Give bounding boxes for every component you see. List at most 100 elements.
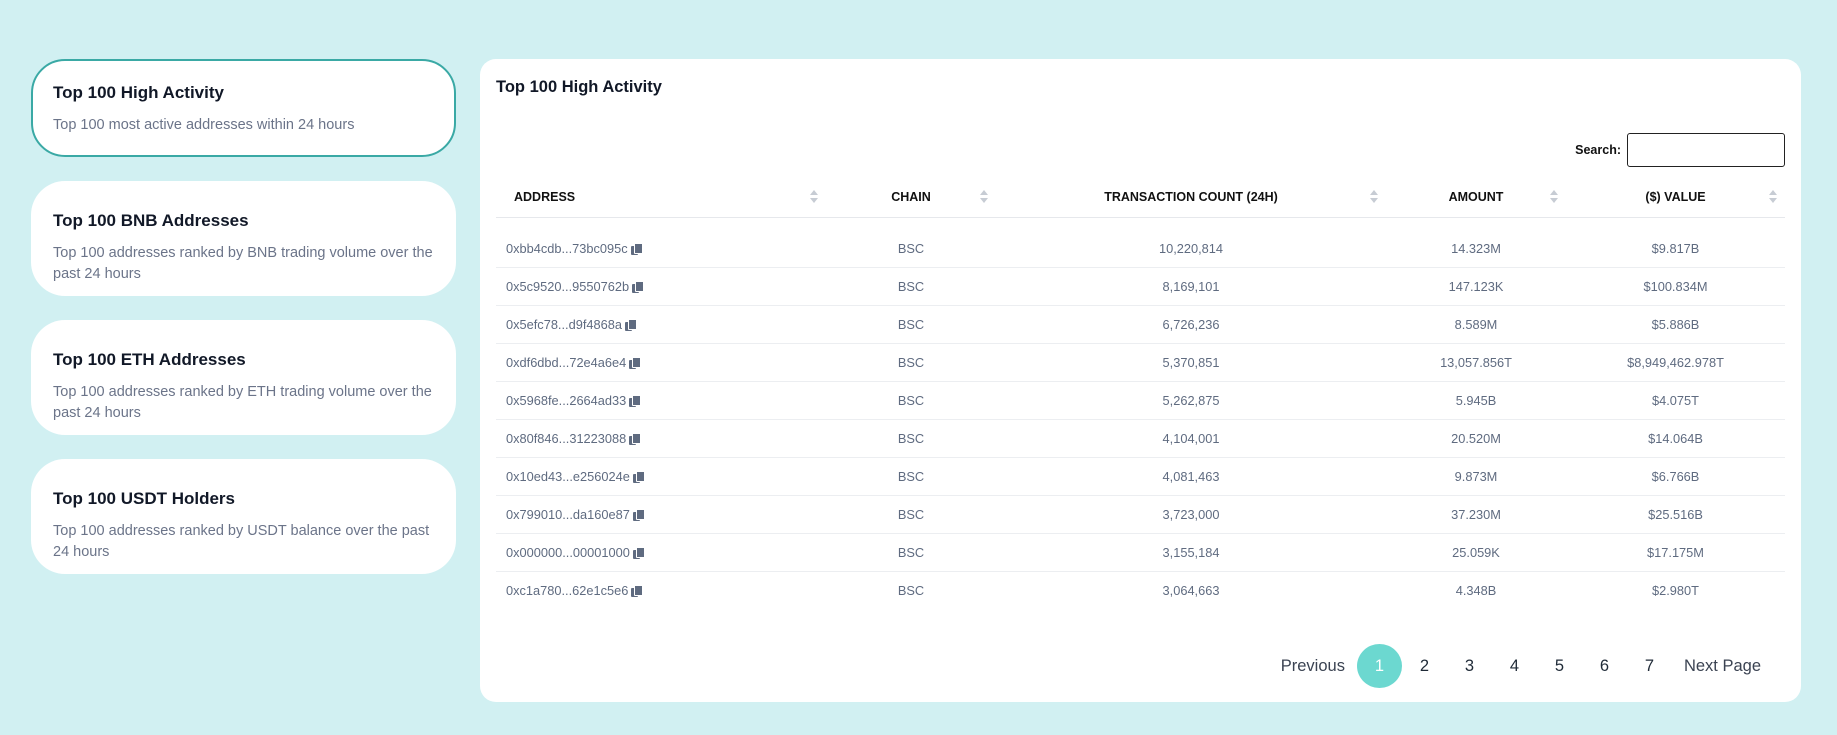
address-link[interactable]: 0x80f846...31223088 xyxy=(506,431,626,446)
results-panel: Top 100 High Activity Search: ADDRESS CH… xyxy=(480,59,1801,702)
address-cell: 0xdf6dbd...72e4a6e4 xyxy=(496,355,826,370)
pagination: Previous 1234567 Next Page xyxy=(1269,644,1773,688)
address-link[interactable]: 0x000000...00001000 xyxy=(506,545,630,560)
chain-cell: BSC xyxy=(897,241,925,256)
address-link[interactable]: 0x5c9520...9550762b xyxy=(506,279,629,294)
value-cell: $17.175M xyxy=(1647,545,1704,560)
value-cell: $25.516B xyxy=(1648,507,1703,522)
search-label: Search: xyxy=(1575,143,1621,157)
column-header-label: AMOUNT xyxy=(1448,190,1504,204)
card-description: Top 100 addresses ranked by BNB trading … xyxy=(53,245,433,282)
category-card-high-activity[interactable]: Top 100 High Activity Top 100 most activ… xyxy=(31,59,456,157)
column-header-chain[interactable]: CHAIN xyxy=(826,177,996,217)
address-link[interactable]: 0x10ed43...e256024e xyxy=(506,469,630,484)
address-cell: 0xbb4cdb...73bc095c xyxy=(496,241,826,256)
value-cell: $9.817B xyxy=(1651,241,1700,256)
column-header-label: CHAIN xyxy=(891,190,931,204)
amount-cell: 13,057.856T xyxy=(1440,355,1512,370)
copy-icon[interactable] xyxy=(629,356,642,369)
column-header-transaction-count[interactable]: TRANSACTION COUNT (24H) xyxy=(996,177,1386,217)
page-number-button[interactable]: 3 xyxy=(1447,644,1492,688)
address-cell: 0xc1a780...62e1c5e6 xyxy=(496,583,826,598)
table-row: 0xc1a780...62e1c5e6 BSC 3,064,663 4.348B $2.… xyxy=(496,572,1785,609)
card-description: Top 100 most active addresses within 24 … xyxy=(53,117,355,133)
table-row: 0x5968fe...2664ad33 BSC 5,262,875 5.945B $4.… xyxy=(496,382,1785,420)
address-cell: 0x000000...00001000 xyxy=(496,545,826,560)
address-link[interactable]: 0x5968fe...2664ad33 xyxy=(506,393,626,408)
transaction-count-cell: 3,064,663 xyxy=(1162,583,1220,598)
copy-icon[interactable] xyxy=(632,470,645,483)
amount-cell: 5.945B xyxy=(1455,393,1497,408)
table-row: 0x000000...00001000 BSC 3,155,184 25.059K $1… xyxy=(496,534,1785,572)
page-number-button[interactable]: 5 xyxy=(1537,644,1582,688)
search-input[interactable] xyxy=(1627,133,1785,167)
amount-cell: 25.059K xyxy=(1452,545,1500,560)
sort-icon xyxy=(810,190,818,204)
copy-icon[interactable] xyxy=(631,584,644,597)
copy-icon[interactable] xyxy=(624,318,637,331)
chain-cell: BSC xyxy=(897,507,925,522)
amount-cell: 4.348B xyxy=(1455,583,1497,598)
category-card-bnb-addresses[interactable]: Top 100 BNB Addresses Top 100 addresses … xyxy=(31,181,456,296)
table-row: 0xbb4cdb...73bc095c BSC 10,220,814 14.323M $… xyxy=(496,230,1785,268)
card-title: Top 100 High Activity xyxy=(53,83,224,102)
address-link[interactable]: 0xc1a780...62e1c5e6 xyxy=(506,583,628,598)
copy-icon[interactable] xyxy=(632,508,645,521)
address-link[interactable]: 0xdf6dbd...72e4a6e4 xyxy=(506,355,626,370)
table-row: 0x5efc78...d9f4868a BSC 6,726,236 8.589M $5.… xyxy=(496,306,1785,344)
chain-cell: BSC xyxy=(897,317,925,332)
page-number-button[interactable]: 6 xyxy=(1582,644,1627,688)
address-cell: 0x80f846...31223088 xyxy=(496,431,826,446)
address-cell: 0x5968fe...2664ad33 xyxy=(496,393,826,408)
chain-cell: BSC xyxy=(897,393,925,408)
address-cell: 0x5c9520...9550762b xyxy=(496,279,826,294)
column-header-address[interactable]: ADDRESS xyxy=(496,177,826,217)
category-card-usdt-holders[interactable]: Top 100 USDT Holders Top 100 addresses r… xyxy=(31,459,456,574)
column-header-amount[interactable]: AMOUNT xyxy=(1386,177,1566,217)
page-number-list: 1234567 xyxy=(1356,644,1672,688)
copy-icon[interactable] xyxy=(632,280,645,293)
copy-icon[interactable] xyxy=(629,432,642,445)
card-title: Top 100 ETH Addresses xyxy=(53,350,246,369)
table-row: 0x10ed43...e256024e BSC 4,081,463 9.873M $6.… xyxy=(496,458,1785,496)
address-link[interactable]: 0x799010...da160e87 xyxy=(506,507,630,522)
chain-cell: BSC xyxy=(897,469,925,484)
value-cell: $8,949,462.978T xyxy=(1627,355,1724,370)
table-row: 0x80f846...31223088 BSC 4,104,001 20.520M $1… xyxy=(496,420,1785,458)
transaction-count-cell: 8,169,101 xyxy=(1162,279,1220,294)
chain-cell: BSC xyxy=(897,545,925,560)
column-header-value[interactable]: ($) VALUE xyxy=(1566,177,1785,217)
copy-icon[interactable] xyxy=(632,546,645,559)
card-title: Top 100 BNB Addresses xyxy=(53,211,249,230)
value-cell: $14.064B xyxy=(1648,431,1703,446)
addresses-table: ADDRESS CHAIN TRANSACTION COUNT (24H) AM… xyxy=(496,177,1785,609)
page-number-button[interactable]: 1 xyxy=(1356,644,1402,688)
address-cell: 0x5efc78...d9f4868a xyxy=(496,317,826,332)
copy-icon[interactable] xyxy=(630,242,643,255)
value-cell: $2.980T xyxy=(1652,583,1699,598)
sort-icon xyxy=(1769,190,1777,204)
card-title: Top 100 USDT Holders xyxy=(53,489,235,508)
table-body: 0xbb4cdb...73bc095c BSC 10,220,814 14.323M $… xyxy=(496,230,1785,609)
address-link[interactable]: 0x5efc78...d9f4868a xyxy=(506,317,622,332)
previous-page-button[interactable]: Previous xyxy=(1281,657,1345,676)
transaction-count-cell: 5,370,851 xyxy=(1162,355,1220,370)
page-number-button[interactable]: 4 xyxy=(1492,644,1537,688)
table-row: 0x799010...da160e87 BSC 3,723,000 37.230M $2… xyxy=(496,496,1785,534)
amount-cell: 20.520M xyxy=(1451,431,1501,446)
page: Top 100 High Activity Top 100 most activ… xyxy=(0,0,1837,735)
address-link[interactable]: 0xbb4cdb...73bc095c xyxy=(506,241,628,256)
card-description: Top 100 addresses ranked by ETH trading … xyxy=(53,384,432,421)
value-cell: $6.766B xyxy=(1651,469,1700,484)
next-page-button[interactable]: Next Page xyxy=(1684,657,1761,676)
value-cell: $4.075T xyxy=(1652,393,1699,408)
page-number-button[interactable]: 2 xyxy=(1402,644,1447,688)
transaction-count-cell: 3,723,000 xyxy=(1162,507,1220,522)
amount-cell: 14.323M xyxy=(1451,241,1501,256)
page-number-button[interactable]: 7 xyxy=(1627,644,1672,688)
category-card-eth-addresses[interactable]: Top 100 ETH Addresses Top 100 addresses … xyxy=(31,320,456,435)
amount-cell: 8.589M xyxy=(1454,317,1498,332)
transaction-count-cell: 5,262,875 xyxy=(1162,393,1220,408)
transaction-count-cell: 4,081,463 xyxy=(1162,469,1220,484)
copy-icon[interactable] xyxy=(629,394,642,407)
